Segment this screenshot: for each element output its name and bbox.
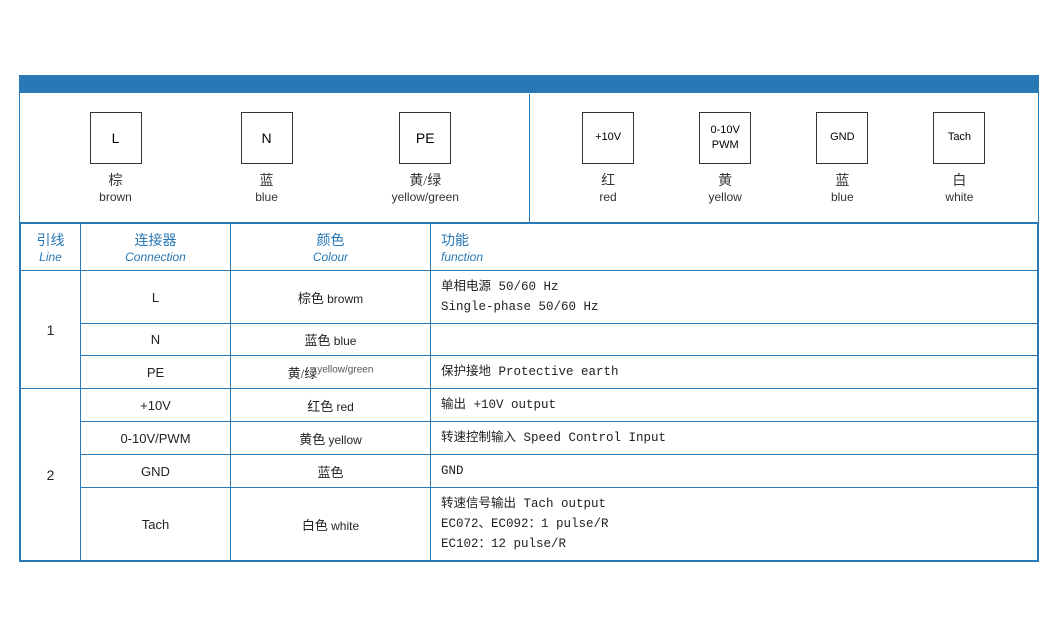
colour-cell: 蓝色 [231, 455, 431, 488]
data-table: 引线 Line 连接器 Connection 颜色 Colour 功能 func… [20, 223, 1038, 561]
connector-box: Tach [933, 112, 985, 164]
connector-item: N 蓝 blue [241, 112, 293, 204]
diagram-row: L 棕 brown N 蓝 blue PE 黄/绿 yellow/green +… [20, 93, 1038, 223]
function-cell: GND [431, 455, 1038, 488]
connector-item: L 棕 brown [90, 112, 142, 204]
line2-connectors: +10V 红 red 0-10VPWM 黄 yellow GND 蓝 blue … [530, 94, 1039, 222]
table-row: 1L棕色 browm单相电源 50/60 HzSingle-phase 50/6… [21, 271, 1038, 324]
function-cell: 保护接地 Protective earth [431, 356, 1038, 389]
col-colour-header: 颜色 Colour [231, 224, 431, 271]
function-cell [431, 324, 1038, 356]
connector-label: 蓝 blue [255, 170, 278, 204]
function-cell: 转速信号输出 Tach outputEC072、EC092：1 pulse/RE… [431, 488, 1038, 561]
col-func-header: 功能 function [431, 224, 1038, 271]
line-cell: 1 [21, 271, 81, 389]
colour-cell: 棕色 browm [231, 271, 431, 324]
connector-box: PE [399, 112, 451, 164]
data-table-wrapper: 引线 Line 连接器 Connection 颜色 Colour 功能 func… [20, 223, 1038, 561]
table-row: Tach白色 white转速信号输出 Tach outputEC072、EC09… [21, 488, 1038, 561]
colour-cell: 红色 red [231, 389, 431, 422]
line1-header [20, 76, 530, 92]
connector-box: N [241, 112, 293, 164]
line-cell: 2 [21, 389, 81, 561]
connector-item: PE 黄/绿 yellow/green [392, 112, 459, 204]
connection-cell: Tach [81, 488, 231, 561]
connector-box: +10V [582, 112, 634, 164]
table-header-row: 引线 Line 连接器 Connection 颜色 Colour 功能 func… [21, 224, 1038, 271]
connector-box: GND [816, 112, 868, 164]
connector-item: +10V 红 red [582, 112, 634, 204]
function-cell: 单相电源 50/60 HzSingle-phase 50/60 Hz [431, 271, 1038, 324]
connection-cell: GND [81, 455, 231, 488]
table-row: N蓝色 blue [21, 324, 1038, 356]
connection-cell: N [81, 324, 231, 356]
connector-item: Tach 白 white [933, 112, 985, 204]
connector-label: 白 white [945, 170, 973, 204]
connection-cell: +10V [81, 389, 231, 422]
connection-cell: L [81, 271, 231, 324]
connector-label: 红 red [599, 170, 616, 204]
connector-label: 蓝 blue [831, 170, 854, 204]
line1-connectors: L 棕 brown N 蓝 blue PE 黄/绿 yellow/green [20, 94, 530, 222]
col-conn-header: 连接器 Connection [81, 224, 231, 271]
connection-cell: PE [81, 356, 231, 389]
connector-label: 棕 brown [99, 170, 132, 204]
colour-cell: 黄/绿yellow/green [231, 356, 431, 389]
connection-cell: 0-10V/PWM [81, 422, 231, 455]
line2-header [530, 76, 1039, 92]
function-cell: 转速控制输入 Speed Control Input [431, 422, 1038, 455]
table-row: PE黄/绿yellow/green保护接地 Protective earth [21, 356, 1038, 389]
table-row: 2+10V红色 red输出 +10V output [21, 389, 1038, 422]
colour-cell: 黄色 yellow [231, 422, 431, 455]
colour-cell: 白色 white [231, 488, 431, 561]
connector-item: GND 蓝 blue [816, 112, 868, 204]
connector-label: 黄/绿 yellow/green [392, 170, 459, 204]
connector-label: 黄 yellow [709, 170, 742, 204]
connector-item: 0-10VPWM 黄 yellow [699, 112, 751, 204]
connector-box: 0-10VPWM [699, 112, 751, 164]
header-row [20, 76, 1038, 93]
table-row: GND蓝色GND [21, 455, 1038, 488]
col-line-header: 引线 Line [21, 224, 81, 271]
connector-box: L [90, 112, 142, 164]
colour-cell: 蓝色 blue [231, 324, 431, 356]
table-row: 0-10V/PWM黄色 yellow转速控制输入 Speed Control I… [21, 422, 1038, 455]
function-cell: 输出 +10V output [431, 389, 1038, 422]
